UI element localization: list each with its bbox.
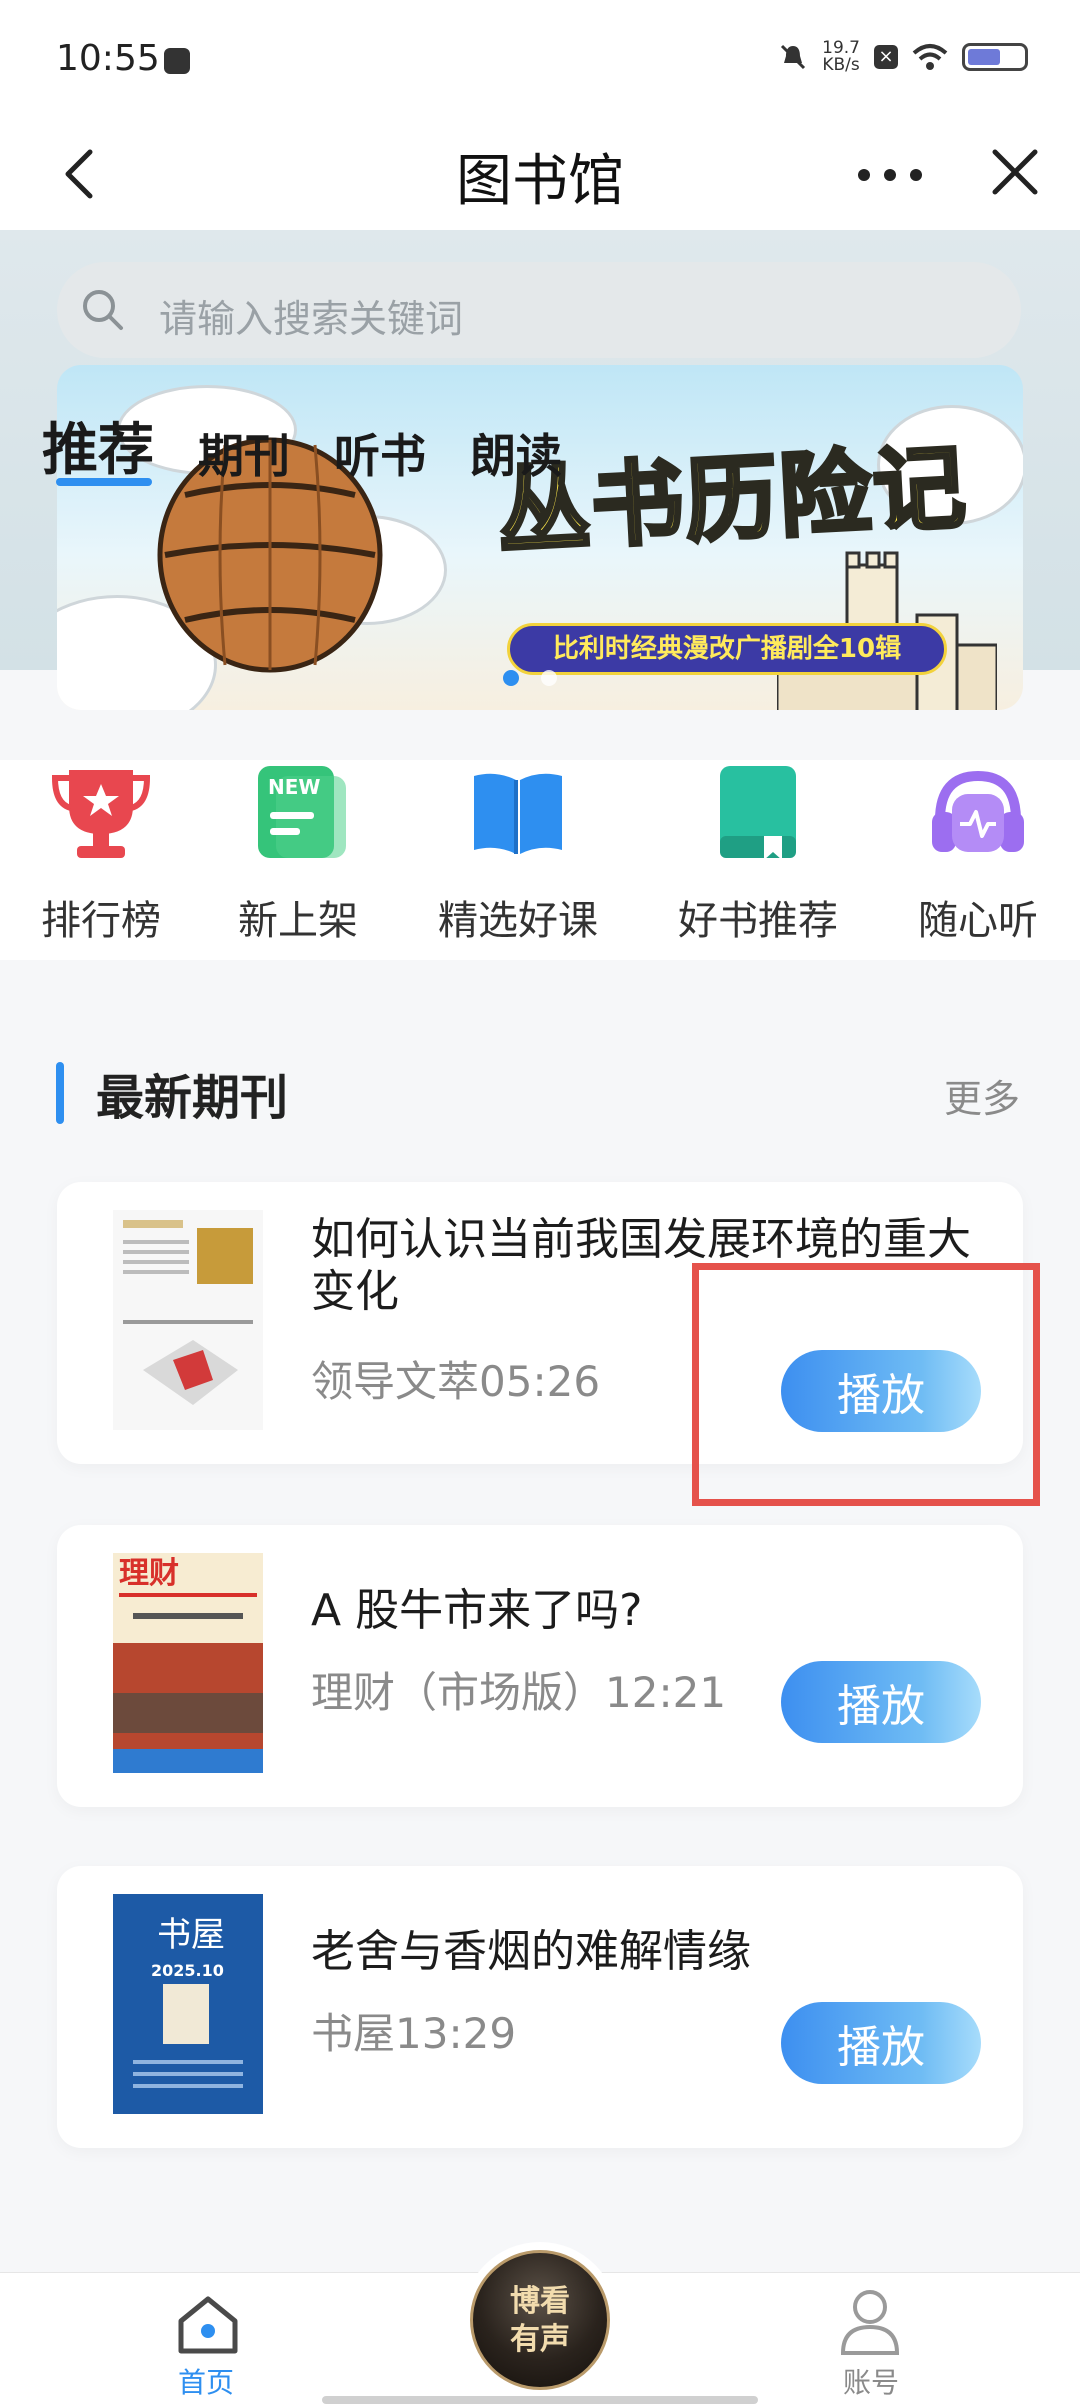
periodical-meta: 理财（市场版）12:21 xyxy=(311,1668,727,1717)
audio-logo-icon: 博看 有声 xyxy=(470,2250,610,2390)
title-bar: 图书馆 xyxy=(0,120,1080,230)
tab-2[interactable]: 听书 xyxy=(334,420,426,486)
play-button[interactable]: 播放 xyxy=(781,2002,981,2084)
network-speed-unit: KB/s xyxy=(822,55,860,75)
bookmark-book-icon xyxy=(720,766,796,860)
nav-center-label: 博看 有声 xyxy=(510,2284,570,2357)
section-accent-bar xyxy=(56,1062,64,1124)
active-tab-indicator xyxy=(56,478,152,486)
periodical-cover: 书屋 2025.10 xyxy=(113,1894,263,2114)
battery-level xyxy=(968,49,1001,65)
network-speed: 19.7 KB/s xyxy=(822,40,860,74)
periodical-card[interactable]: 书屋 2025.10 老舍与香烟的难解情缘 书屋13:29 播放 xyxy=(57,1866,1023,2148)
quick-links: 排行榜 NEW 新上架 精选好课 好书推荐 随心听 xyxy=(0,760,1080,960)
mute-bell-icon xyxy=(781,44,806,70)
quick-link-label: 新上架 xyxy=(238,898,358,944)
section-more-link[interactable]: 更多 xyxy=(944,1068,1020,1123)
svg-text:理财: 理财 xyxy=(119,1556,179,1591)
svg-text:2025.10: 2025.10 xyxy=(151,1961,224,1980)
quick-link-new-arrivals[interactable]: NEW 新上架 xyxy=(198,760,398,946)
category-tabs: 推荐 期刊 听书 朗读 xyxy=(42,405,562,486)
section-title: 最新期刊 xyxy=(96,1070,289,1126)
periodical-title: A 股牛市来了吗? xyxy=(311,1585,643,1636)
tab-1[interactable]: 期刊 xyxy=(198,420,290,486)
nav-audio-center-button[interactable]: 博看 有声 xyxy=(462,2242,618,2398)
search-placeholder: 请输入搜索关键词 xyxy=(159,297,464,341)
headphones-icon xyxy=(932,770,1024,852)
battery-icon xyxy=(962,43,1028,71)
quick-link-label: 排行榜 xyxy=(41,898,161,944)
message-notification-icon xyxy=(164,48,190,74)
nav-home-label: 首页 xyxy=(178,2366,235,2399)
banner-subtitle: 比利时经典漫改广播剧全10辑 xyxy=(507,623,947,675)
periodical-meta: 书屋13:29 xyxy=(311,2009,517,2058)
banner-dot[interactable] xyxy=(541,670,557,686)
quick-link-label: 随心听 xyxy=(918,898,1038,944)
quick-link-ranking[interactable]: 排行榜 xyxy=(1,760,201,946)
quick-link-courses[interactable]: 精选好课 xyxy=(418,760,618,946)
tab-0[interactable]: 推荐 xyxy=(42,405,154,486)
quick-link-label: 精选好课 xyxy=(438,898,598,944)
x-box-icon: × xyxy=(874,45,898,69)
wifi-icon xyxy=(912,44,948,70)
status-icons: 19.7 KB/s × xyxy=(778,40,1028,74)
search-input[interactable]: 请输入搜索关键词 xyxy=(57,262,1021,358)
user-icon xyxy=(840,2290,900,2355)
status-time: 10:55 xyxy=(56,38,160,79)
quick-link-listen[interactable]: 随心听 xyxy=(878,760,1078,946)
play-button[interactable]: 播放 xyxy=(781,1661,981,1743)
svg-text:书屋: 书屋 xyxy=(157,1915,225,1955)
quick-link-label: 好书推荐 xyxy=(678,898,838,944)
trophy-icon xyxy=(51,770,151,858)
quick-link-book-recommend[interactable]: 好书推荐 xyxy=(658,760,858,946)
highlight-box xyxy=(692,1263,1040,1506)
tab-3[interactable]: 朗读 xyxy=(470,420,562,486)
status-bar: 10:55 19.7 KB/s × xyxy=(0,0,1080,120)
open-book-icon xyxy=(474,773,562,854)
periodical-meta: 领导文萃05:26 xyxy=(311,1357,601,1406)
banner-dot[interactable] xyxy=(503,670,519,686)
new-document-icon: NEW xyxy=(258,766,346,858)
periodical-title: 老舍与香烟的难解情缘 xyxy=(311,1926,751,1977)
svg-text:NEW: NEW xyxy=(268,775,320,799)
periodical-card[interactable]: 理财 A 股牛市来了吗? 理财（市场版）12:21 播放 xyxy=(57,1525,1023,1807)
home-icon xyxy=(178,2296,238,2354)
nav-account-label: 账号 xyxy=(843,2366,900,2399)
home-indicator[interactable] xyxy=(322,2396,758,2404)
search-icon xyxy=(83,290,123,330)
banner-pagination xyxy=(503,670,557,686)
periodical-cover: 理财 xyxy=(113,1553,263,1773)
close-icon[interactable] xyxy=(985,142,1045,202)
more-dots-icon[interactable] xyxy=(850,150,930,200)
periodical-cover xyxy=(113,1210,263,1430)
